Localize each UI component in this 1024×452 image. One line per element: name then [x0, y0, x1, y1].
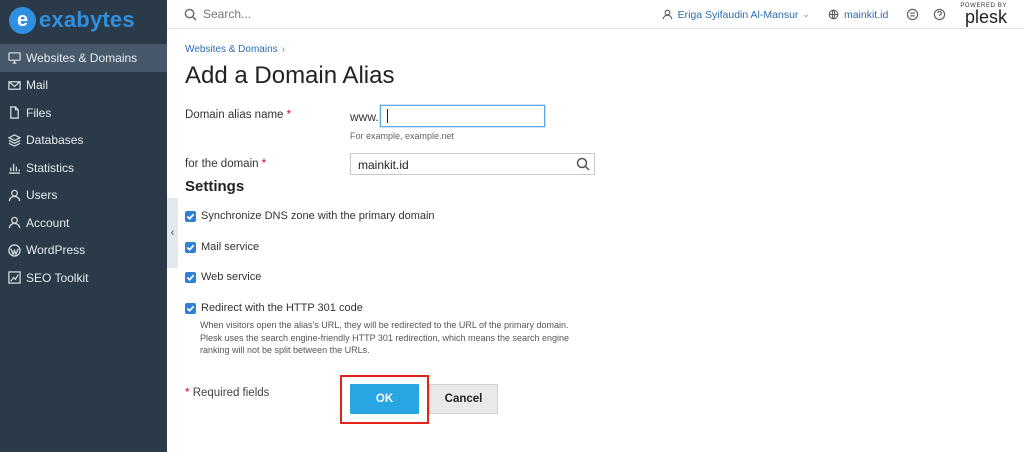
- brand-logo[interactable]: e exabytes: [0, 0, 167, 40]
- sidebar-item-label: SEO Toolkit: [26, 270, 89, 285]
- main-content: Websites & Domains › Add a Domain Alias D…: [185, 29, 1024, 452]
- logo-text: exabytes: [39, 7, 135, 32]
- sidebar-item-users[interactable]: Users: [0, 182, 167, 210]
- required-mark: *: [286, 109, 292, 121]
- checkbox-checked-icon[interactable]: [185, 302, 196, 314]
- page-title: Add a Domain Alias: [185, 62, 395, 89]
- ok-button[interactable]: OK: [350, 384, 419, 414]
- text-caret: [387, 109, 388, 123]
- alias-name-label: Domain alias name *: [185, 109, 292, 121]
- checkbox-label: Mail service: [201, 241, 260, 253]
- sidebar-item-account[interactable]: Account: [0, 209, 167, 237]
- search-icon: [184, 8, 197, 21]
- mail-service-checkbox[interactable]: Mail service: [185, 241, 259, 253]
- domain-select[interactable]: mainkit.id: [350, 153, 595, 175]
- checkbox-checked-icon[interactable]: [185, 271, 196, 283]
- checkbox-label: Synchronize DNS zone with the primary do…: [201, 210, 435, 222]
- file-icon: [7, 106, 21, 120]
- checkbox-label: Web service: [201, 271, 262, 283]
- search-input[interactable]: Search...: [184, 7, 251, 21]
- checkbox-label: Redirect with the HTTP 301 code: [201, 302, 363, 314]
- checkbox-checked-icon[interactable]: [185, 210, 196, 222]
- subscription-name: mainkit.id: [843, 8, 889, 21]
- sidebar-item-label: Users: [26, 188, 58, 203]
- alias-hint: For example, example.net: [350, 131, 455, 141]
- logo-icon: e: [9, 6, 36, 34]
- bar-chart-icon: [7, 161, 21, 175]
- account-icon: [7, 216, 21, 230]
- required-mark: *: [185, 387, 190, 399]
- required-mark: *: [261, 158, 267, 170]
- plesk-logo: POWERED BY plesk: [960, 3, 1007, 26]
- sidebar-item-wordpress[interactable]: WordPress: [0, 237, 167, 265]
- plesk-wordmark: plesk: [964, 7, 1007, 27]
- sync-dns-checkbox[interactable]: Synchronize DNS zone with the primary do…: [185, 210, 435, 222]
- sidebar-item-label: Mail: [26, 78, 49, 93]
- redirect-301-checkbox[interactable]: Redirect with the HTTP 301 code: [185, 302, 363, 314]
- sidebar-item-label: WordPress: [26, 243, 86, 258]
- domain-label: for the domain *: [185, 158, 267, 170]
- www-prefix: www.: [350, 110, 379, 124]
- sidebar-item-label: Files: [26, 105, 52, 120]
- wordpress-icon: [7, 243, 21, 257]
- seo-icon: [7, 271, 21, 285]
- user-icon: [662, 9, 672, 20]
- sidebar-item-mail[interactable]: Mail: [0, 72, 167, 100]
- help-icon[interactable]: [933, 8, 946, 21]
- topbar-right: Eriga Syifaudin Al-Mansur ⌄ mainkit.id P…: [662, 0, 1024, 29]
- web-service-checkbox[interactable]: Web service: [185, 271, 261, 283]
- breadcrumb-link[interactable]: Websites & Domains: [185, 44, 278, 55]
- required-fields-note: * Required fields: [185, 387, 270, 399]
- search-placeholder: Search...: [203, 7, 252, 21]
- search-icon: [576, 157, 590, 171]
- user-icon: [7, 188, 21, 202]
- monitor-icon: [7, 51, 21, 65]
- sidebar-item-seo-toolkit[interactable]: SEO Toolkit: [0, 264, 167, 292]
- mail-icon: [7, 78, 21, 92]
- user-menu[interactable]: Eriga Syifaudin Al-Mansur ⌄: [662, 9, 810, 21]
- cancel-button[interactable]: Cancel: [429, 384, 498, 414]
- user-name: Eriga Syifaudin Al-Mansur: [677, 8, 799, 21]
- domain-alias-input[interactable]: [380, 105, 545, 127]
- sidebar: e exabytes Websites & Domains Mail Files…: [0, 0, 167, 452]
- chevron-left-icon: ‹: [170, 227, 175, 239]
- breadcrumb: Websites & Domains ›: [185, 44, 285, 55]
- sidebar-nav: Websites & Domains Mail Files Databases …: [0, 44, 167, 292]
- subscription-link[interactable]: mainkit.id: [828, 9, 888, 21]
- sidebar-item-files[interactable]: Files: [0, 99, 167, 127]
- sidebar-collapse-handle[interactable]: ‹: [167, 198, 178, 268]
- domain-select-value: mainkit.id: [358, 158, 409, 172]
- feedback-icon[interactable]: [906, 8, 919, 21]
- sidebar-item-websites-domains[interactable]: Websites & Domains: [0, 44, 167, 72]
- globe-icon: [828, 9, 839, 20]
- database-icon: [7, 133, 21, 147]
- settings-heading: Settings: [185, 178, 245, 195]
- breadcrumb-separator: ›: [281, 44, 285, 55]
- checkbox-checked-icon[interactable]: [185, 241, 196, 253]
- chevron-down-icon: ⌄: [802, 9, 810, 19]
- redirect-description: When visitors open the alias's URL, they…: [200, 320, 570, 355]
- sidebar-item-statistics[interactable]: Statistics: [0, 154, 167, 182]
- sidebar-item-label: Account: [26, 215, 70, 230]
- sidebar-item-label: Databases: [26, 133, 84, 148]
- sidebar-item-label: Statistics: [26, 160, 75, 175]
- sidebar-item-label: Websites & Domains: [26, 50, 138, 65]
- sidebar-item-databases[interactable]: Databases: [0, 127, 167, 155]
